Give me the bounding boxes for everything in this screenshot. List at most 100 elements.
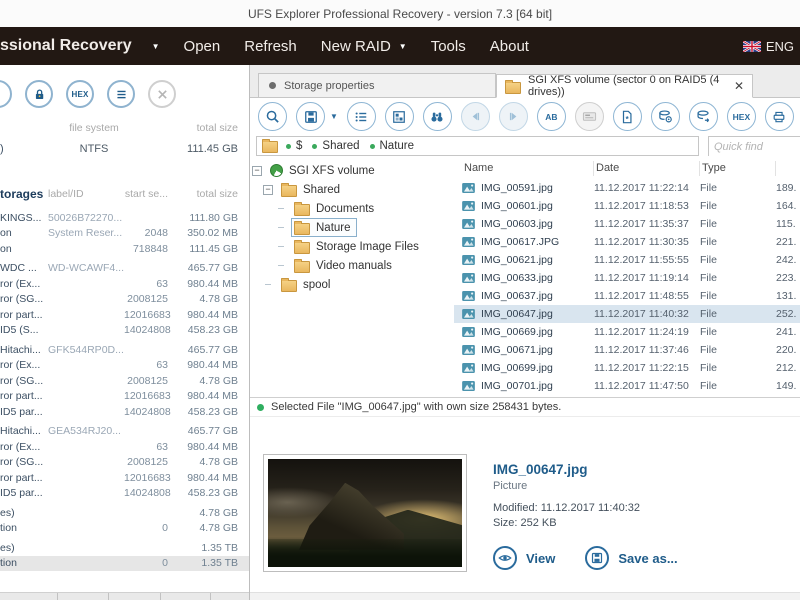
menu-tools[interactable]: Tools bbox=[431, 38, 466, 55]
col-name[interactable]: Name bbox=[462, 161, 594, 176]
storage-row[interactable]: ror part... 12016683 980.44 MB bbox=[0, 389, 249, 405]
breadcrumb-item[interactable]: Nature bbox=[369, 140, 414, 152]
storage-row[interactable]: KINGS... 50026B72270... 111.80 GB bbox=[0, 210, 249, 226]
left-panel-horizontal-scrollbar[interactable] bbox=[0, 592, 249, 600]
file-row[interactable]: IMG_00591.jpg 11.12.2017 11:22:14 File 1… bbox=[454, 179, 800, 197]
tree-expander-icon[interactable] bbox=[252, 165, 262, 176]
file-row[interactable]: IMG_00647.jpg 11.12.2017 11:40:32 File 2… bbox=[454, 305, 800, 323]
disk-image-button[interactable] bbox=[688, 102, 718, 131]
file-row[interactable]: IMG_00699.jpg 11.12.2017 11:22:15 File 2… bbox=[454, 359, 800, 377]
lock-button[interactable] bbox=[25, 80, 53, 108]
find-button[interactable] bbox=[422, 102, 452, 131]
tree-expander-icon[interactable] bbox=[276, 204, 286, 214]
tree-item[interactable]: Shared bbox=[250, 180, 454, 199]
col-type[interactable]: Type bbox=[700, 161, 776, 176]
storage-row[interactable]: ID5 (S... 14024808 458.23 GB bbox=[0, 323, 249, 339]
file-row[interactable]: IMG_00633.jpg 11.12.2017 11:19:14 File 2… bbox=[454, 269, 800, 287]
define-selection-button[interactable] bbox=[346, 102, 376, 131]
next-button[interactable] bbox=[498, 102, 528, 131]
encoding-button[interactable]: AB bbox=[536, 102, 566, 131]
eye-icon bbox=[493, 546, 517, 570]
tree-expander-icon[interactable] bbox=[276, 261, 286, 271]
storage-row[interactable]: ror (SG... 2008125 4.78 GB bbox=[0, 455, 249, 471]
file-row[interactable]: IMG_00637.jpg 11.12.2017 11:48:55 File 1… bbox=[454, 287, 800, 305]
storage-row[interactable]: ror (SG... 2008125 4.78 GB bbox=[0, 292, 249, 308]
storage-row[interactable]: ID5 par... 14024808 458.23 GB bbox=[0, 404, 249, 420]
file-row[interactable]: IMG_00617.JPG 11.12.2017 11:30:35 File 2… bbox=[454, 233, 800, 251]
storage-row[interactable]: tion 0 4.78 GB bbox=[0, 521, 249, 537]
file-row[interactable]: IMG_00603.jpg 11.12.2017 11:35:37 File 1… bbox=[454, 215, 800, 233]
report-button[interactable] bbox=[764, 102, 794, 131]
menu-new-raid[interactable]: New RAID bbox=[321, 38, 391, 55]
preview-thumbnail[interactable] bbox=[268, 459, 462, 567]
tree-item[interactable]: Nature bbox=[250, 218, 454, 237]
storage-row[interactable]: es) 1.35 TB bbox=[0, 540, 249, 556]
tab-sgi-xfs-volume[interactable]: SGI XFS volume (sector 0 on RAID5 (4 dri… bbox=[496, 74, 753, 98]
storage-row[interactable]: tion 0 1.35 TB bbox=[0, 555, 249, 571]
tab-storage-properties[interactable]: Storage properties bbox=[258, 73, 496, 97]
storage-row[interactable]: ID5 par... 14024808 458.23 GB bbox=[0, 486, 249, 502]
close-storage-button[interactable] bbox=[148, 80, 176, 108]
menu-refresh[interactable]: Refresh bbox=[244, 38, 297, 55]
storage-row[interactable]: on 718848 111.45 GB bbox=[0, 241, 249, 257]
storages-table-header: torages label/ID start se... total size bbox=[0, 187, 249, 201]
image-file-icon bbox=[462, 309, 475, 319]
tree-item[interactable]: SGI XFS volume bbox=[250, 161, 454, 180]
storage-row[interactable]: ror part... 12016683 980.44 MB bbox=[0, 307, 249, 323]
recovery-tools-button[interactable] bbox=[650, 102, 680, 131]
open-dropdown-caret-icon[interactable]: ▼ bbox=[152, 42, 160, 51]
previous-button[interactable] bbox=[460, 102, 490, 131]
language-selector[interactable]: ENG bbox=[742, 39, 794, 54]
hex-view-button[interactable]: HEX bbox=[66, 80, 94, 108]
storage-row[interactable]: ror (Ex... 63 980.44 MB bbox=[0, 276, 249, 292]
storage-row[interactable]: ror (Ex... 63 980.44 MB bbox=[0, 439, 249, 455]
col-date[interactable]: Date bbox=[594, 161, 700, 176]
preview-button[interactable] bbox=[258, 102, 287, 131]
close-tab-icon[interactable]: ✕ bbox=[734, 79, 744, 93]
menu-open[interactable]: Open bbox=[184, 38, 221, 55]
storage-size: 1.35 TB bbox=[201, 557, 238, 570]
tree-expander-icon[interactable] bbox=[276, 242, 286, 252]
storages-title: torages bbox=[0, 187, 44, 201]
save-button[interactable] bbox=[296, 102, 325, 131]
storage-row[interactable]: Hitachi... GFK544RP0D... 465.77 GB bbox=[0, 342, 249, 358]
tree-expander-icon[interactable] bbox=[276, 223, 286, 233]
file-row[interactable]: IMG_00669.jpg 11.12.2017 11:24:19 File 2… bbox=[454, 323, 800, 341]
info-card-button[interactable] bbox=[574, 102, 604, 131]
image-grid-icon bbox=[393, 110, 406, 123]
scan-document-button[interactable]: * bbox=[612, 102, 642, 131]
tree-item[interactable]: Video manuals bbox=[250, 256, 454, 275]
col-size[interactable] bbox=[776, 161, 800, 176]
save-as-button[interactable]: Save as... bbox=[585, 546, 678, 570]
storage-row[interactable]: es) 4.78 GB bbox=[0, 505, 249, 521]
tree-item[interactable]: Storage Image Files bbox=[250, 237, 454, 256]
file-row[interactable]: IMG_00671.jpg 11.12.2017 11:37:46 File 2… bbox=[454, 341, 800, 359]
tree-item[interactable]: spool bbox=[250, 275, 454, 294]
new-raid-caret-icon[interactable]: ▼ bbox=[399, 42, 407, 51]
storage-row[interactable]: ror (Ex... 63 980.44 MB bbox=[0, 358, 249, 374]
storage-row[interactable]: ror (SG... 2008125 4.78 GB bbox=[0, 373, 249, 389]
menu-about[interactable]: About bbox=[490, 38, 529, 55]
tree-expander-icon[interactable] bbox=[263, 184, 273, 195]
properties-list-button[interactable] bbox=[107, 80, 135, 108]
right-panel-horizontal-scrollbar[interactable] bbox=[250, 592, 800, 600]
breadcrumb-item[interactable]: Shared bbox=[312, 140, 360, 152]
storage-row[interactable]: on System Reser... 2048 350.02 MB bbox=[0, 226, 249, 242]
filesystem-row[interactable]: ) NTFS 111.45 GB bbox=[0, 143, 249, 155]
view-button[interactable]: View bbox=[493, 546, 555, 570]
file-size: 115. bbox=[776, 218, 796, 230]
file-row[interactable]: IMG_00621.jpg 11.12.2017 11:55:55 File 2… bbox=[454, 251, 800, 269]
quick-find-input[interactable] bbox=[709, 138, 800, 156]
hex-button[interactable]: HEX bbox=[726, 102, 756, 131]
file-row[interactable]: IMG_00601.jpg 11.12.2017 11:18:53 File 1… bbox=[454, 197, 800, 215]
storage-row[interactable]: Hitachi... GEA534RJ20... 465.77 GB bbox=[0, 424, 249, 440]
partial-button[interactable] bbox=[0, 80, 12, 108]
breadcrumb-item[interactable]: $ bbox=[286, 140, 302, 152]
tree-item[interactable]: Documents bbox=[250, 199, 454, 218]
storage-row[interactable]: WDC ... WD-WCAWF4... 465.77 GB bbox=[0, 261, 249, 277]
file-row[interactable]: IMG_00701.jpg 11.12.2017 11:47:50 File 1… bbox=[454, 377, 800, 395]
storage-row[interactable]: ror part... 12016683 980.44 MB bbox=[0, 470, 249, 486]
tree-expander-icon[interactable] bbox=[263, 280, 273, 290]
save-dropdown-caret-icon[interactable]: ▼ bbox=[330, 112, 338, 121]
gallery-view-button[interactable] bbox=[384, 102, 414, 131]
